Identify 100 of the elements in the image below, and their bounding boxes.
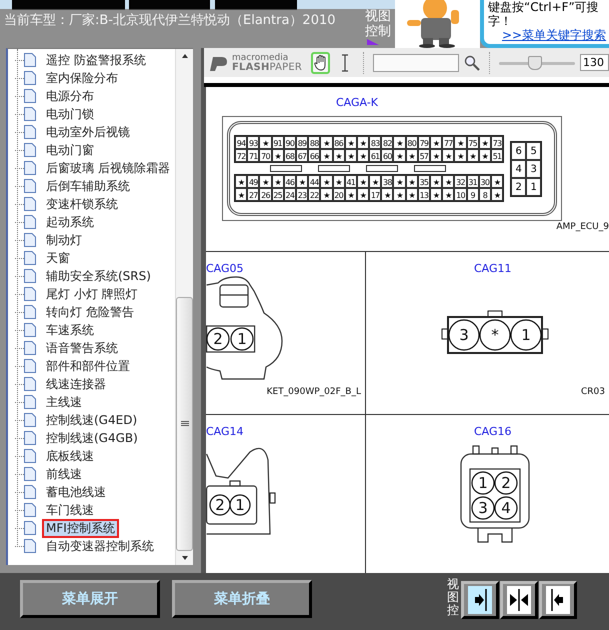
document-icon bbox=[24, 287, 36, 301]
pin-label: 71 bbox=[247, 149, 260, 162]
logo-text: macromedia bbox=[232, 52, 288, 63]
tree-item[interactable]: 控制线速(G4GB) bbox=[42, 428, 142, 448]
pin-label: ★ bbox=[259, 175, 272, 188]
pin-label: ★ bbox=[393, 136, 406, 149]
tree-item[interactable]: 起动系统 bbox=[42, 212, 98, 232]
scrollbar[interactable] bbox=[175, 49, 193, 565]
tree-item[interactable]: 语音警告系统 bbox=[42, 338, 122, 358]
search-link[interactable]: >>菜单关键字搜索 bbox=[502, 28, 609, 43]
tree-item[interactable]: 变速杆锁系统 bbox=[42, 194, 122, 214]
tree-item[interactable]: 部件和部件位置 bbox=[42, 356, 134, 376]
pin-label: 32 bbox=[454, 175, 467, 188]
header-button[interactable] bbox=[12, 0, 125, 10]
view-layout-button[interactable] bbox=[500, 581, 538, 619]
tree-item[interactable]: 控制线速(G4ED) bbox=[42, 410, 142, 430]
tree-item[interactable]: 线速连接器 bbox=[42, 374, 110, 394]
header-button[interactable] bbox=[129, 0, 210, 10]
pin-label: 90 bbox=[284, 136, 296, 149]
tree-item[interactable]: 电动门窗 bbox=[42, 140, 98, 160]
document-icon bbox=[24, 377, 36, 391]
document-icon bbox=[24, 503, 36, 517]
pin-label: ★ bbox=[332, 175, 345, 188]
pin-label: 8 bbox=[478, 188, 491, 201]
pin-label: 79 bbox=[418, 136, 430, 149]
vehicle-label: 当前车型：厂家:B-北京现代伊兰特悦动（Elantra）2010 bbox=[4, 12, 336, 28]
tree-item[interactable]: 尾灯 小灯 牌照灯 bbox=[42, 284, 142, 304]
tree-item[interactable]: 电动室外后视镜 bbox=[42, 122, 134, 142]
document-icon bbox=[24, 89, 36, 103]
document-icon bbox=[24, 215, 36, 229]
pin-label: 20 bbox=[332, 188, 345, 201]
pin-label: 44 bbox=[308, 175, 320, 188]
pin-label: 10 bbox=[454, 188, 467, 201]
pin-label: ★ bbox=[490, 175, 504, 188]
tree-item[interactable]: 电动门锁 bbox=[42, 104, 98, 124]
hand-icon bbox=[314, 54, 328, 71]
search-field[interactable] bbox=[373, 54, 459, 72]
view-layout-button[interactable] bbox=[539, 581, 577, 619]
part-code: KET_090WP_02F_B_L bbox=[266, 387, 361, 397]
slider-thumb[interactable] bbox=[528, 56, 542, 70]
pin-label: ★ bbox=[356, 149, 370, 162]
pin-label: 2 bbox=[511, 178, 526, 196]
pin-label: 23 bbox=[296, 188, 308, 201]
pin-terminal: 3 bbox=[448, 319, 480, 351]
pin-terminal: 2 bbox=[494, 471, 518, 495]
tree-item[interactable]: 天窗 bbox=[42, 248, 74, 268]
part-code: AMP_ECU_9 bbox=[556, 222, 609, 232]
tree-item[interactable]: 蓄电池线速 bbox=[42, 482, 110, 502]
tree-item[interactable]: 前线速 bbox=[42, 464, 86, 484]
document-icon bbox=[24, 197, 36, 211]
grip-icon bbox=[180, 421, 188, 427]
pin-label: 91 bbox=[272, 136, 284, 149]
tree-item[interactable]: 主线速 bbox=[42, 392, 86, 412]
hand-tool-button[interactable] bbox=[311, 52, 330, 74]
scroll-thumb[interactable] bbox=[176, 297, 193, 551]
tree-item[interactable]: 车速系统 bbox=[42, 320, 98, 340]
corner-icon bbox=[367, 39, 379, 45]
pin-label: 89 bbox=[296, 136, 308, 149]
zoom-slider[interactable] bbox=[499, 56, 575, 70]
tree-item[interactable]: 后窗玻璃 后视镜除霜器 bbox=[42, 158, 174, 178]
pin-label: ★ bbox=[369, 175, 382, 188]
tree-item[interactable]: 后倒车辅助系统 bbox=[42, 176, 134, 196]
pin-label: 26 bbox=[259, 188, 272, 201]
pin-label: 38 bbox=[381, 175, 394, 188]
tree-item[interactable]: 制动灯 bbox=[42, 230, 86, 250]
document-icon bbox=[24, 485, 36, 499]
pin-terminal: 1 bbox=[230, 327, 254, 351]
pin-label: 5 bbox=[526, 142, 542, 160]
tree-item[interactable]: 底板线速 bbox=[42, 446, 98, 466]
tree-item[interactable]: 电源分布 bbox=[42, 86, 98, 106]
tree-item[interactable]: 车门线速 bbox=[42, 500, 98, 520]
pin-label: ★ bbox=[406, 175, 418, 188]
search-icon[interactable] bbox=[464, 54, 480, 71]
zoom-field[interactable]: 130 bbox=[580, 54, 609, 72]
view-layout-button[interactable] bbox=[461, 581, 499, 619]
document-icon bbox=[24, 395, 36, 409]
tree-item[interactable]: MFI控制系统 bbox=[42, 518, 119, 538]
header-button[interactable] bbox=[215, 0, 297, 10]
pin-label: ★ bbox=[393, 175, 406, 188]
tree-item[interactable]: 室内保险分布 bbox=[42, 68, 122, 88]
pin-label: 82 bbox=[381, 136, 394, 149]
connector-title: CAG16 bbox=[474, 425, 512, 438]
pin-terminal: * bbox=[479, 319, 511, 351]
document-icon bbox=[24, 359, 36, 373]
pin-label: ★ bbox=[320, 149, 332, 162]
pin-label: ★ bbox=[320, 175, 332, 188]
pin-label: 80 bbox=[406, 136, 418, 149]
pin-label: ★ bbox=[406, 149, 418, 162]
tree-item[interactable]: 辅助安全系统(SRS) bbox=[42, 266, 155, 286]
pin-label: 68 bbox=[284, 149, 296, 162]
pin-label: 3 bbox=[526, 160, 542, 178]
pin-label: ★ bbox=[344, 136, 357, 149]
pin-label: ★ bbox=[393, 149, 406, 162]
tree-item[interactable]: 自动变速器控制系统 bbox=[42, 536, 158, 556]
pin-label: 35 bbox=[418, 175, 430, 188]
pin-label: 77 bbox=[442, 136, 454, 149]
pin-terminal: 3 bbox=[471, 496, 495, 520]
tree-item[interactable]: 转向灯 危险警告 bbox=[42, 302, 138, 322]
tree-item[interactable]: 遥控 防盗警报系统 bbox=[42, 50, 150, 70]
pin-terminal: 1 bbox=[510, 319, 542, 351]
